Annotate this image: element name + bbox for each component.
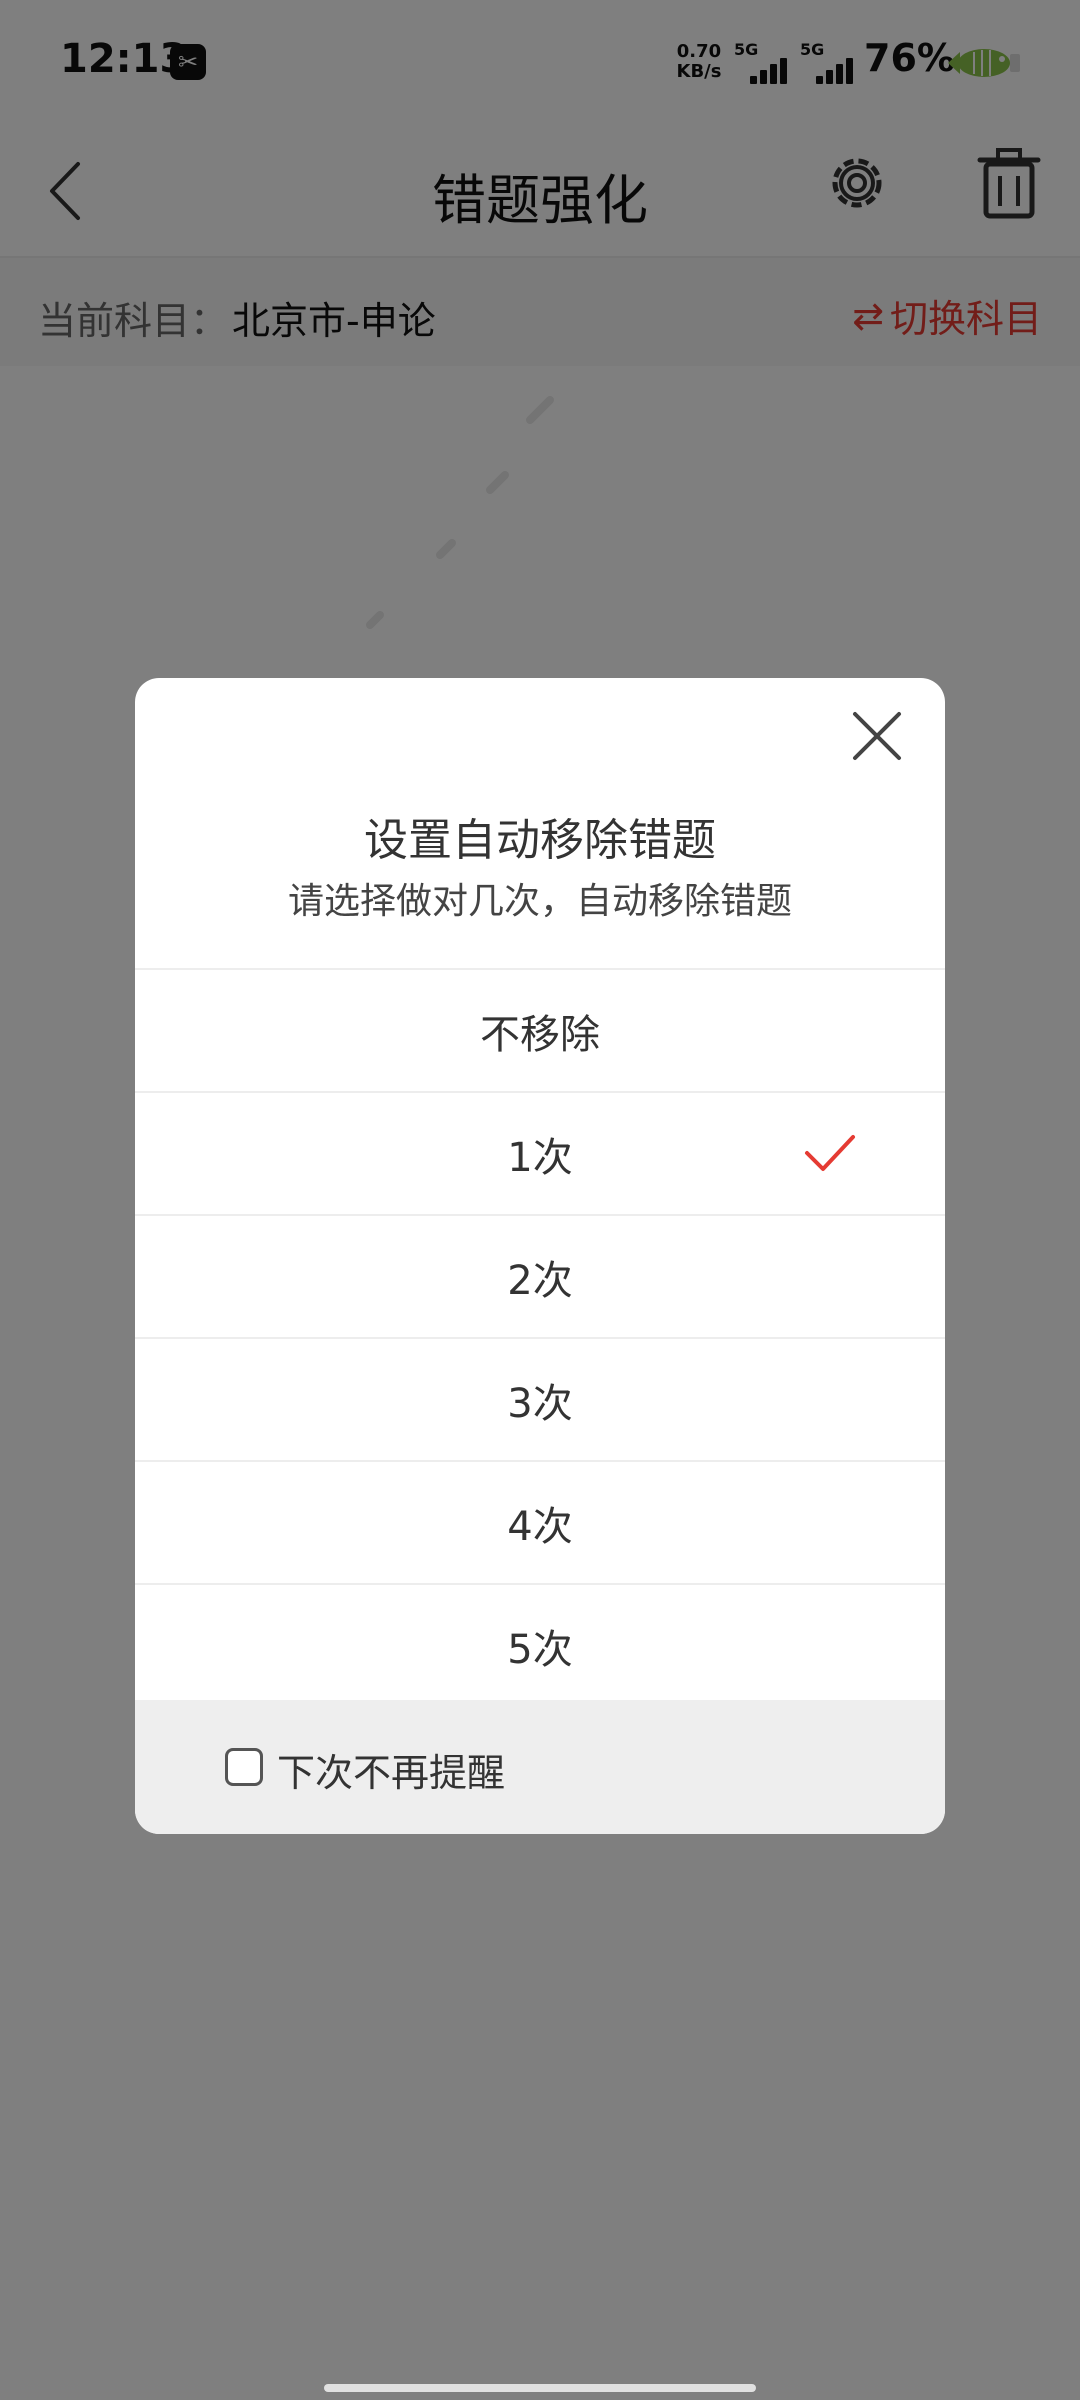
dialog-subtitle: 请选择做对几次，自动移除错题 bbox=[287, 881, 792, 922]
option-label: 不移除 bbox=[480, 1011, 600, 1058]
option-label: 5次 bbox=[507, 1626, 573, 1673]
option-label: 3次 bbox=[507, 1380, 573, 1427]
option-label: 4次 bbox=[507, 1503, 573, 1550]
option-label: 2次 bbox=[507, 1257, 573, 1304]
dont-remind-checkbox[interactable] bbox=[225, 1748, 263, 1786]
dialog-title: 设置自动移除错题 bbox=[364, 815, 716, 866]
home-indicator[interactable] bbox=[324, 2384, 756, 2392]
auto-remove-dialog: 设置自动移除错题 请选择做对几次，自动移除错题 不移除 1次 2次 3次 4次 … bbox=[135, 678, 945, 1834]
option-4-times[interactable]: 4次 bbox=[135, 1460, 945, 1583]
option-2-times[interactable]: 2次 bbox=[135, 1214, 945, 1337]
option-3-times[interactable]: 3次 bbox=[135, 1337, 945, 1460]
close-icon[interactable] bbox=[849, 708, 905, 764]
option-1-time[interactable]: 1次 bbox=[135, 1091, 945, 1214]
option-5-times[interactable]: 5次 bbox=[135, 1583, 945, 1706]
option-no-remove[interactable]: 不移除 bbox=[135, 968, 945, 1091]
checkmark-icon bbox=[805, 1135, 855, 1171]
dialog-footer: 下次不再提醒 bbox=[135, 1700, 945, 1834]
dont-remind-label[interactable]: 下次不再提醒 bbox=[277, 1742, 505, 1797]
option-list: 不移除 1次 2次 3次 4次 5次 bbox=[135, 968, 945, 1706]
option-label: 1次 bbox=[507, 1134, 573, 1181]
